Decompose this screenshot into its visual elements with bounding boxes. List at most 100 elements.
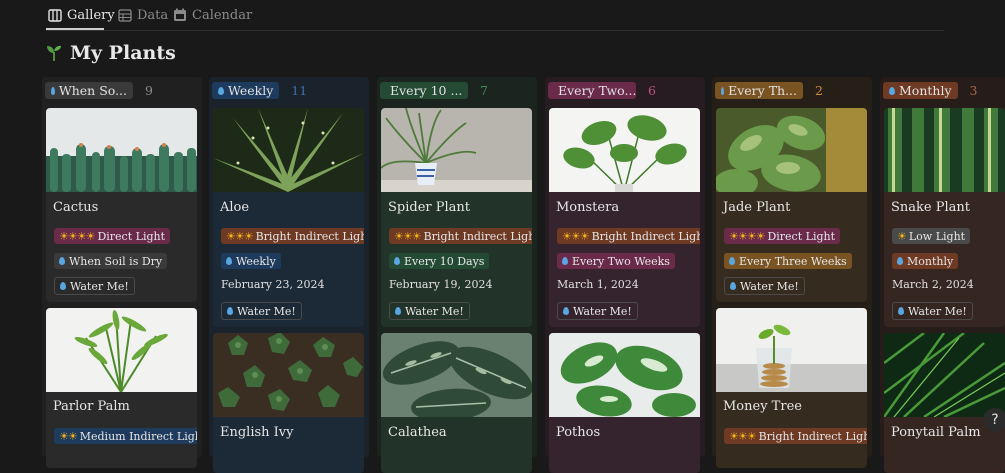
water-me-button[interactable]: Water Me! xyxy=(724,277,805,295)
light-tag-label: Bright Indirect Light xyxy=(758,429,867,443)
column-tag-label: Monthly xyxy=(899,83,952,98)
board-column-every-10-days: Every 10 ... 7 Spider Plant ☀☀☀ Bright In… xyxy=(377,77,537,473)
plant-image-monstera xyxy=(549,108,700,192)
last-watered-date: February 19, 2024 xyxy=(389,278,493,291)
plant-name: Snake Plant xyxy=(891,200,970,215)
plant-card-ponytail-palm[interactable]: Ponytail Palm xyxy=(884,333,1005,473)
sprout-icon xyxy=(47,45,61,61)
calendar-icon xyxy=(174,8,186,21)
water-me-button[interactable]: Water Me! xyxy=(557,302,638,320)
plant-card-snake-plant[interactable]: Snake Plant ☀ Low Light Monthly March 2, … xyxy=(884,108,1005,327)
light-tag: ☀☀☀ Bright Indirect Light xyxy=(221,228,364,244)
water-me-button[interactable]: Water Me! xyxy=(389,302,470,320)
column-tag[interactable]: Monthly xyxy=(883,82,958,99)
column-header: When So... 9 xyxy=(45,82,153,99)
water-drop-icon xyxy=(898,307,904,315)
plant-card-calathea[interactable]: Calathea xyxy=(381,333,532,473)
plant-name: Cactus xyxy=(53,200,99,215)
water-drop-icon xyxy=(889,86,895,95)
water-drop-icon xyxy=(51,86,55,95)
column-count: 2 xyxy=(815,83,823,98)
column-tag[interactable]: When So... xyxy=(45,82,133,99)
column-tag[interactable]: Every Two... xyxy=(548,82,636,99)
water-tag-label: Every Two Weeks xyxy=(572,254,670,268)
tab-calendar[interactable]: Calendar xyxy=(173,6,252,24)
column-count: 7 xyxy=(480,83,488,98)
water-drop-icon xyxy=(730,282,736,290)
help-button[interactable]: ? xyxy=(983,408,1005,432)
column-header: Every Th... 2 xyxy=(715,82,823,99)
light-tag-label: Low Light xyxy=(908,229,966,243)
light-tag-label: Medium Indirect Light xyxy=(79,429,197,443)
column-tag[interactable]: Every 10 ... xyxy=(380,82,468,99)
water-drop-icon xyxy=(218,86,224,95)
plant-name: English Ivy xyxy=(220,425,294,440)
water-me-label: Water Me! xyxy=(908,304,967,318)
plant-card-cactus[interactable]: Cactus ☀☀☀☀ Direct Light When Soil is Dry… xyxy=(46,108,197,302)
plant-name: Spider Plant xyxy=(388,200,470,215)
plant-card-money-tree[interactable]: Money Tree ☀☀☀ Bright Indirect Light xyxy=(716,308,867,468)
column-header: Every 10 ... 7 xyxy=(380,82,488,99)
water-me-button[interactable]: Water Me! xyxy=(54,277,135,295)
plant-card-pothos[interactable]: Pothos xyxy=(549,333,700,473)
tab-gallery[interactable]: Gallery xyxy=(48,6,115,24)
plant-name: Pothos xyxy=(556,425,601,440)
plant-card-monstera[interactable]: Monstera ☀☀☀ Bright Indirect Light Every … xyxy=(549,108,700,327)
water-tag: Monthly xyxy=(892,253,959,269)
water-tag-label: Every 10 Days xyxy=(404,254,485,268)
water-me-label: Water Me! xyxy=(405,304,464,318)
active-tab-underline xyxy=(46,28,104,30)
light-tag: ☀☀☀ Bright Indirect Light xyxy=(724,428,867,444)
plant-image-money-tree xyxy=(716,308,867,392)
plant-card-english-ivy[interactable]: English Ivy xyxy=(213,333,364,473)
sun-icon: ☀☀☀ xyxy=(226,229,254,243)
plant-card-aloe[interactable]: Aloe ☀☀☀ Bright Indirect Light Weekly Feb… xyxy=(213,108,364,327)
column-tag[interactable]: Weekly xyxy=(212,82,280,99)
tab-calendar-label: Calendar xyxy=(192,7,253,23)
plant-card-parlor-palm[interactable]: Parlor Palm ☀☀ Medium Indirect Light xyxy=(46,308,197,468)
water-drop-icon xyxy=(897,257,903,265)
light-tag: ☀☀☀ Bright Indirect Light xyxy=(389,228,532,244)
light-tag-label: Bright Indirect Light xyxy=(591,229,700,243)
water-drop-icon xyxy=(227,307,233,315)
plant-image-snake-plant xyxy=(884,108,1005,192)
tab-data[interactable]: Data xyxy=(118,6,168,24)
plant-card-jade-plant[interactable]: Jade Plant ☀☀☀☀ Direct Light Every Three … xyxy=(716,108,867,302)
plant-image-spider-plant xyxy=(381,108,532,192)
view-tabs: Gallery Data Calendar xyxy=(46,0,944,31)
light-tag-label: Bright Indirect Light xyxy=(255,229,364,243)
sun-icon: ☀☀☀ xyxy=(562,229,590,243)
column-header: Weekly 11 xyxy=(212,82,307,99)
plant-card-spider-plant[interactable]: Spider Plant ☀☀☀ Bright Indirect Light Ev… xyxy=(381,108,532,327)
water-me-button[interactable]: Water Me! xyxy=(221,302,302,320)
sun-icon: ☀☀☀ xyxy=(394,229,422,243)
column-count: 9 xyxy=(145,83,153,98)
column-tag-label: Every Th... xyxy=(728,83,797,98)
water-tag: Weekly xyxy=(221,253,281,269)
column-count: 3 xyxy=(969,83,978,98)
plant-image-english-ivy xyxy=(213,333,364,417)
water-me-label: Water Me! xyxy=(573,304,632,318)
light-tag: ☀☀☀☀ Direct Light xyxy=(54,228,171,244)
page-title: My Plants xyxy=(46,40,176,66)
water-tag: Every Three Weeks xyxy=(724,253,852,269)
light-tag: ☀☀☀☀ Direct Light xyxy=(724,228,841,244)
tab-data-label: Data xyxy=(137,7,169,23)
water-me-button[interactable]: Water Me! xyxy=(892,302,973,320)
water-tag: Every 10 Days xyxy=(389,253,490,269)
light-tag-label: Direct Light xyxy=(97,229,166,243)
board-column-when-soil-dry: When So... 9 Cactus ☀☀☀☀ Direct Light Whe… xyxy=(42,77,202,468)
water-me-label: Water Me! xyxy=(237,304,296,318)
sun-icon: ☀☀☀ xyxy=(729,429,757,443)
water-drop-icon xyxy=(562,257,568,265)
plant-image-parlor-palm xyxy=(46,308,197,392)
plant-image-pothos xyxy=(549,333,700,417)
plant-name: Parlor Palm xyxy=(53,399,130,414)
column-tag[interactable]: Every Th... xyxy=(715,82,803,99)
water-drop-icon xyxy=(721,86,725,95)
sun-icon: ☀☀☀☀ xyxy=(59,229,95,243)
water-drop-icon xyxy=(59,257,65,265)
last-watered-date: February 23, 2024 xyxy=(221,278,325,291)
gallery-icon xyxy=(48,8,62,22)
page-title-text: My Plants xyxy=(70,42,176,64)
